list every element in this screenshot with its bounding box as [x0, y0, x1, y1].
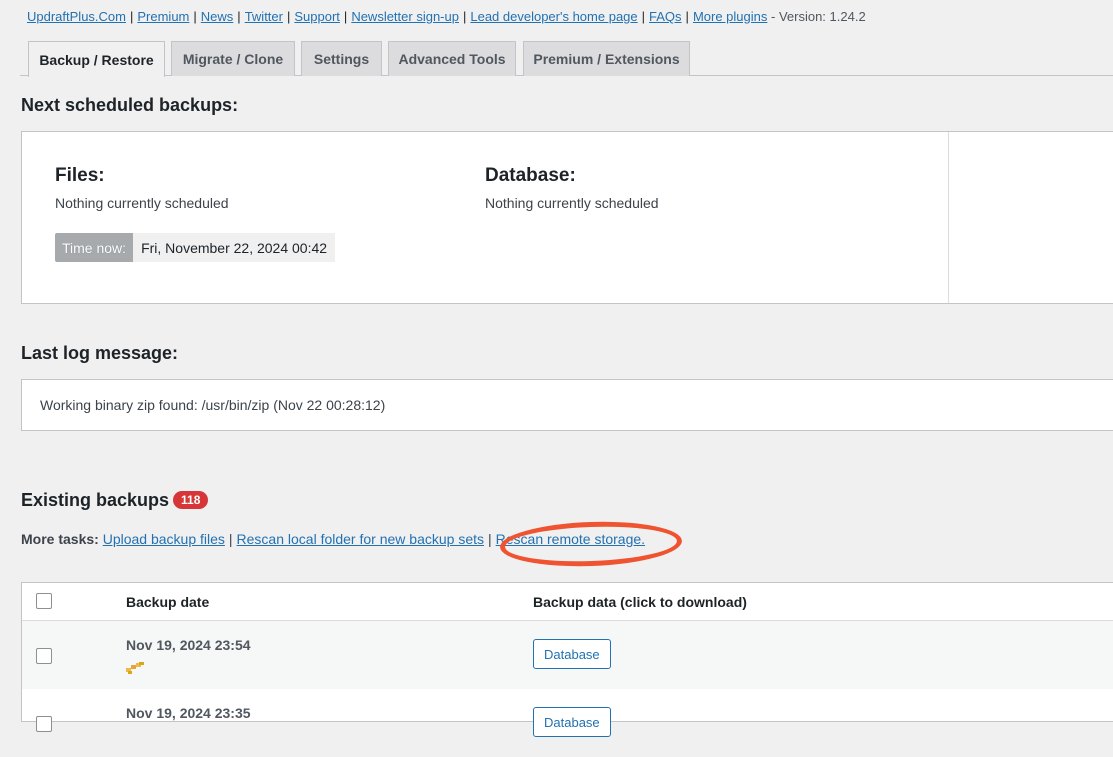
table-row: Nov 19, 2024 23:35 Database — [22, 689, 1113, 757]
files-schedule-value: Nothing currently scheduled — [55, 195, 229, 211]
upload-backup-files-link[interactable]: Upload backup files — [103, 531, 225, 547]
table-header: Backup date Backup data (click to downlo… — [22, 583, 1113, 621]
settings-tabs: Backup / Restore Migrate / Clone Setting… — [20, 41, 1113, 77]
database-heading: Database: — [485, 165, 576, 186]
select-all-checkbox[interactable] — [36, 593, 52, 609]
link-premium[interactable]: Premium — [137, 9, 189, 24]
tab-backup-restore[interactable]: Backup / Restore — [28, 41, 165, 77]
tab-settings[interactable]: Settings — [301, 41, 382, 76]
last-log-panel: Working binary zip found: /usr/bin/zip (… — [21, 379, 1113, 431]
link-more-plugins[interactable]: More plugins — [693, 9, 767, 24]
files-heading: Files: — [55, 165, 105, 186]
time-now-label: Time now: — [55, 233, 134, 262]
rescan-local-folder-link[interactable]: Rescan local folder for new backup sets — [237, 531, 484, 547]
time-now-value: Fri, November 22, 2024 00:42 — [133, 233, 336, 262]
link-lead-developer[interactable]: Lead developer's home page — [470, 9, 637, 24]
more-tasks: More tasks: Upload backup files | Rescan l… — [21, 531, 646, 547]
column-backup-data: Backup data (click to download) — [533, 594, 747, 610]
more-tasks-label: More tasks: — [21, 531, 99, 547]
plugin-links-bar: UpdraftPlus.Com | Premium | News | Twitter | Sup… — [27, 9, 866, 24]
backups-table: Backup date Backup data (click to downlo… — [21, 582, 1113, 737]
scheduled-backups-panel: Files: Nothing currently scheduled Datab… — [21, 131, 1113, 304]
link-updraftplus-com[interactable]: UpdraftPlus.Com — [27, 9, 126, 24]
backup-date: Nov 19, 2024 23:54 — [126, 637, 251, 653]
panel-divider — [948, 132, 949, 303]
link-support[interactable]: Support — [294, 9, 340, 24]
version-label: - Version: 1.24.2 — [771, 9, 866, 24]
incremental-blocks-icon — [126, 662, 144, 674]
tab-migrate-clone[interactable]: Migrate / Clone — [171, 41, 295, 76]
column-backup-date: Backup date — [126, 594, 210, 610]
download-database-button[interactable]: Database — [533, 639, 611, 669]
tab-premium-extensions[interactable]: Premium / Extensions — [523, 41, 690, 76]
link-newsletter[interactable]: Newsletter sign-up — [351, 9, 459, 24]
existing-backups-heading: Existing backups 118 — [21, 490, 209, 511]
rescan-remote-storage-link[interactable]: Rescan remote storage. — [496, 531, 645, 547]
download-database-button[interactable]: Database — [533, 707, 611, 737]
last-log-message: Working binary zip found: /usr/bin/zip (… — [40, 397, 386, 413]
time-now: Time now: Fri, November 22, 2024 00:42 — [55, 233, 336, 262]
row-checkbox[interactable] — [36, 716, 52, 732]
table-row: Nov 19, 2024 23:54 Database — [22, 621, 1113, 689]
existing-backups-title: Existing backups — [21, 490, 170, 510]
link-news[interactable]: News — [201, 9, 234, 24]
link-faqs[interactable]: FAQs — [649, 9, 682, 24]
database-schedule-value: Nothing currently scheduled — [485, 195, 659, 211]
row-checkbox[interactable] — [36, 648, 52, 664]
backup-date: Nov 19, 2024 23:35 — [126, 705, 251, 721]
backup-count-badge: 118 — [173, 491, 209, 509]
next-scheduled-heading: Next scheduled backups: — [21, 95, 239, 115]
link-twitter[interactable]: Twitter — [245, 9, 283, 24]
last-log-heading: Last log message: — [21, 343, 179, 363]
tab-advanced-tools[interactable]: Advanced Tools — [388, 41, 516, 76]
